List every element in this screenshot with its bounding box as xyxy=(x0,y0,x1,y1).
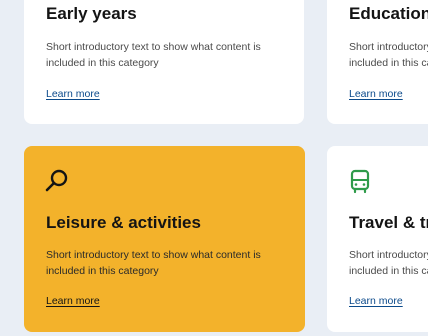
card-title: Travel & transport xyxy=(349,213,428,232)
card-description: Short introductory text to show what con… xyxy=(46,249,261,277)
category-card-early-years[interactable]: Early years Short introductory text to s… xyxy=(24,0,304,124)
learn-more-link[interactable]: Learn more xyxy=(46,88,100,100)
bus-icon xyxy=(350,169,370,194)
card-description: Short introductory text to show what con… xyxy=(349,41,428,69)
card-description: Short introductory text to show what con… xyxy=(349,249,428,277)
learn-more-link[interactable]: Learn more xyxy=(46,295,100,307)
card-title: Leisure & activities xyxy=(46,213,201,232)
category-card-education[interactable]: Education Short introductory text to sho… xyxy=(327,0,428,124)
category-card-leisure[interactable]: Leisure & activities Short introductory … xyxy=(24,146,305,332)
category-grid: Early years Short introductory text to s… xyxy=(0,0,428,336)
learn-more-link[interactable]: Learn more xyxy=(349,88,403,100)
card-title: Early years xyxy=(46,4,137,23)
card-description: Short introductory text to show what con… xyxy=(46,41,261,69)
category-card-travel[interactable]: Travel & transport Short introductory te… xyxy=(327,146,428,332)
card-title: Education xyxy=(349,4,428,23)
learn-more-link[interactable]: Learn more xyxy=(349,295,403,307)
magnifier-icon xyxy=(45,169,68,192)
